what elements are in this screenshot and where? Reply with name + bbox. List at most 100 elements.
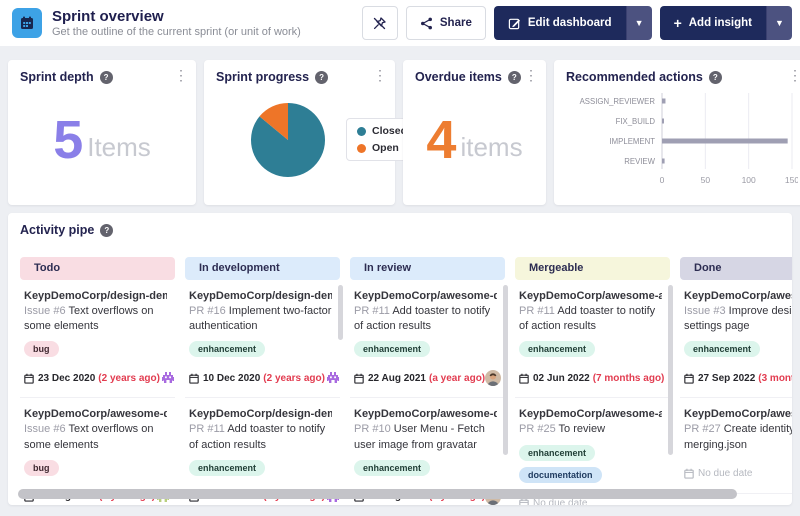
- card-footer: No due date: [684, 466, 792, 482]
- card-title: PR #16 Implement two-factor authenticati…: [189, 305, 332, 333]
- calendar-icon: [519, 373, 529, 384]
- svg-text:ASSIGN_REVIEWER: ASSIGN_REVIEWER: [580, 97, 656, 106]
- card-repo: KeypDemoCorp/awesome-ap…: [519, 408, 662, 421]
- help-icon[interactable]: ?: [99, 70, 113, 84]
- card-tags: enhancement: [189, 341, 332, 358]
- card-repo: KeypDemoCorp/design-demo: [189, 290, 332, 302]
- card-due-ago: (3 months ago): [758, 372, 792, 384]
- card-ref: PR #11: [354, 305, 390, 317]
- card-repo: KeypDemoCorp/design-demo: [24, 290, 167, 302]
- legend-label: Closed: [372, 125, 408, 137]
- kanban-card[interactable]: KeypDemoCorp/awesome-ap… PR #11 Add toast…: [515, 280, 670, 399]
- kanban-column-in-development: In development KeypDemoCorp/design-demo PR…: [185, 257, 343, 505]
- card-title: PR #11 Add toaster to notify of action r…: [519, 305, 656, 333]
- kanban-column-mergeable: Mergeable KeypDemoCorp/awesome-ap… PR #11 …: [515, 257, 673, 505]
- card-due-date: 27 Sep 2022: [698, 372, 756, 384]
- page-subtitle: Get the outline of the current sprint (o…: [52, 26, 301, 39]
- assignee-avatar[interactable]: [485, 370, 502, 387]
- card-tags: bug: [24, 459, 167, 476]
- help-icon[interactable]: ?: [708, 70, 722, 84]
- kanban-card[interactable]: KeypDemoCorp/design-demo Issue #6 Text ov…: [20, 280, 176, 399]
- card-repo: KeypDemoCorp/awesome-ap…: [684, 290, 792, 302]
- card-ref: PR #27: [684, 423, 721, 436]
- share-button[interactable]: Share: [405, 6, 486, 40]
- card-tags: bug: [24, 341, 167, 358]
- column-header: Done: [680, 257, 792, 280]
- svg-text:IMPLEMENT: IMPLEMENT: [610, 137, 656, 146]
- kanban-column-todo: Todo KeypDemoCorp/design-demo Issue #6 Tex…: [20, 257, 176, 505]
- sprint-depth-card: Sprint depth ? ⋮ 5 Items: [8, 60, 196, 205]
- tag-enhancement: enhancement: [354, 459, 431, 476]
- edit-pencil-icon: [508, 17, 521, 30]
- card-title: Issue #6 Text overflows on some elements: [24, 305, 154, 333]
- kanban-column-in-review: In review KeypDemoCorp/awesome-de… PR #11 …: [350, 257, 508, 505]
- legend-dot: [357, 143, 366, 153]
- card-footer: 27 Sep 2022(3 months ago): [684, 370, 792, 386]
- card-ref: PR #25: [519, 423, 556, 436]
- sprint-depth-value: 5: [53, 109, 84, 170]
- tag-enhancement: enhancement: [519, 444, 596, 461]
- sprint-progress-card: Sprint progress ? ⋮ Closed Open: [204, 60, 419, 205]
- card-title: Issue #3 Improve design settings page: [684, 305, 792, 333]
- share-label: Share: [439, 17, 472, 29]
- kanban-card[interactable]: KeypDemoCorp/awesome-ap… Issue #3 Improve…: [680, 280, 792, 399]
- edit-dashboard-caret[interactable]: ▼: [625, 6, 652, 40]
- card-due-ago: (2 years ago): [98, 372, 160, 384]
- edit-dashboard-button[interactable]: Edit dashboard: [493, 6, 626, 40]
- add-insight-caret[interactable]: ▼: [766, 6, 792, 40]
- kebab-menu-icon[interactable]: ⋮: [524, 68, 538, 82]
- kebab-menu-icon[interactable]: ⋮: [373, 68, 387, 82]
- vertical-scrollbar[interactable]: [338, 285, 343, 340]
- kebab-menu-icon[interactable]: ⋮: [174, 68, 188, 82]
- help-icon[interactable]: ?: [100, 223, 114, 237]
- card-repo: KeypDemoCorp/awesome-de…: [354, 408, 497, 421]
- top-bar: Sprint overview Get the outline of the c…: [0, 0, 800, 46]
- horizontal-scrollbar[interactable]: [18, 489, 737, 499]
- card-title: PR #11 Add toaster to notify of action r…: [189, 423, 326, 451]
- calendar-icon: [519, 498, 529, 505]
- card-ref: PR #11: [519, 305, 555, 317]
- assignee-avatar[interactable]: [159, 370, 176, 387]
- kanban-column-done: Done KeypDemoCorp/awesome-ap… Issue #3 Imp…: [680, 257, 792, 505]
- add-insight-button[interactable]: + Add insight: [659, 6, 766, 40]
- calendar-icon: [684, 468, 694, 479]
- edit-dashboard-label: Edit dashboard: [527, 17, 612, 29]
- svg-text:0: 0: [660, 175, 665, 185]
- sprint-depth-unit: Items: [87, 132, 151, 162]
- card-title: PR #25 To review: [519, 423, 606, 436]
- share-icon: [420, 17, 433, 30]
- column-header: In review: [350, 257, 505, 280]
- help-icon[interactable]: ?: [507, 70, 521, 84]
- svg-text:100: 100: [742, 175, 756, 185]
- vertical-scrollbar[interactable]: [668, 285, 673, 455]
- kanban-card[interactable]: KeypDemoCorp/design-demo PR #16 Implement…: [185, 280, 341, 399]
- activity-pipe-title: Activity pipe: [20, 223, 95, 237]
- vertical-scrollbar[interactable]: [503, 285, 508, 455]
- kebab-menu-icon[interactable]: ⋮: [788, 68, 800, 82]
- overdue-items-unit: items: [460, 132, 523, 162]
- card-tags: enhancement: [354, 459, 497, 476]
- kanban-card[interactable]: KeypDemoCorp/awesome-de… PR #11 Add toast…: [350, 280, 505, 399]
- card-title: PR #27 Create identity-merging.json: [684, 423, 792, 451]
- sprint-progress-title: Sprint progress: [216, 70, 310, 84]
- tag-enhancement: enhancement: [684, 341, 761, 358]
- card-due-date: 23 Dec 2020: [38, 372, 96, 384]
- card-footer: 10 Dec 2020 (2 years ago): [189, 370, 341, 387]
- unpin-button[interactable]: [361, 6, 398, 40]
- legend-label: Open: [372, 142, 399, 154]
- kanban-card[interactable]: KeypDemoCorp/awesome-ap… PR #27 Create id…: [680, 398, 792, 494]
- card-footer: 23 Dec 2020 (2 years ago): [24, 370, 176, 387]
- help-icon[interactable]: ?: [315, 70, 329, 84]
- card-due-ago: (a year ago): [429, 372, 486, 384]
- card-footer: 02 Jun 2022 (7 months ago): [519, 370, 664, 386]
- edit-dashboard-split-button: Edit dashboard ▼: [493, 6, 652, 40]
- card-tags: enhancement: [684, 341, 792, 358]
- card-repo: KeypDemoCorp/awesome-de…: [24, 408, 167, 421]
- card-repo: KeypDemoCorp/design-demo: [189, 408, 332, 421]
- svg-text:50: 50: [701, 175, 711, 185]
- card-ref: PR #16: [189, 305, 226, 317]
- tag-enhancement: enhancement: [519, 341, 596, 358]
- column-header: Todo: [20, 257, 175, 280]
- kanban-columns: Todo KeypDemoCorp/design-demo Issue #6 Tex…: [20, 257, 792, 505]
- assignee-avatar[interactable]: [324, 370, 341, 387]
